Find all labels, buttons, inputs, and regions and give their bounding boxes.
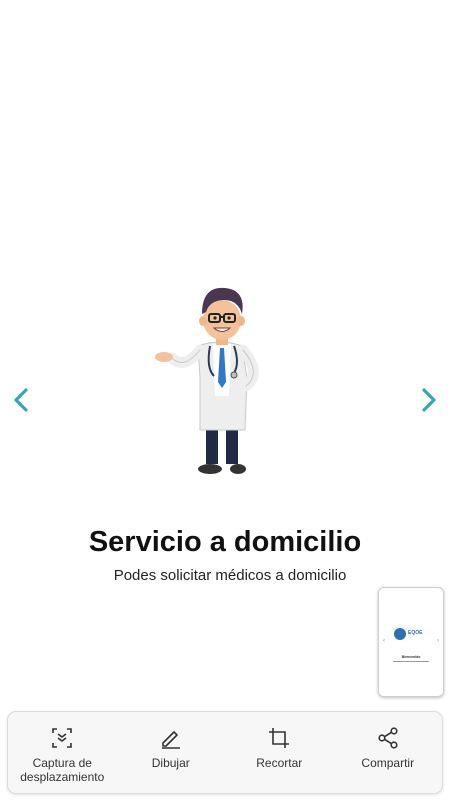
screenshot-thumbnail[interactable]: EQOE ‹ › Bienvenido bbox=[378, 587, 444, 697]
crop-label: Recortar bbox=[256, 756, 303, 770]
previous-slide-button[interactable] bbox=[6, 385, 36, 415]
slide-title: Servicio a domicilio bbox=[88, 526, 362, 558]
chevron-left-icon bbox=[14, 388, 28, 412]
draw-button[interactable]: Dibujar bbox=[117, 712, 226, 793]
thumbnail-text-line bbox=[393, 661, 429, 662]
share-icon bbox=[378, 727, 398, 749]
scroll-capture-button[interactable]: Captura de desplazamiento bbox=[8, 712, 117, 793]
thumbnail-chevron-right-icon: › bbox=[437, 638, 439, 644]
scroll-capture-label: Captura de desplazamiento bbox=[20, 756, 105, 784]
share-button[interactable]: Compartir bbox=[334, 712, 443, 793]
crop-button[interactable]: Recortar bbox=[225, 712, 334, 793]
crop-icon bbox=[269, 728, 290, 748]
thumbnail-brand: EQOE bbox=[408, 630, 423, 636]
screenshot-toolbar: Captura de desplazamiento Dibujar Recort… bbox=[7, 711, 443, 794]
scroll-capture-icon bbox=[52, 728, 73, 748]
draw-label: Dibujar bbox=[151, 756, 190, 770]
app-logo-icon bbox=[394, 628, 406, 640]
thumbnail-chevron-left-icon: ‹ bbox=[383, 638, 385, 644]
share-label: Compartir bbox=[361, 756, 415, 770]
thumbnail-welcome: Bienvenido bbox=[401, 655, 421, 659]
pencil-icon bbox=[161, 731, 180, 749]
slide-subtitle: Podes solicitar médicos a domicilio bbox=[113, 567, 347, 584]
chevron-right-icon bbox=[422, 388, 436, 412]
next-slide-button[interactable] bbox=[414, 385, 444, 415]
doctor-illustration bbox=[155, 287, 259, 474]
